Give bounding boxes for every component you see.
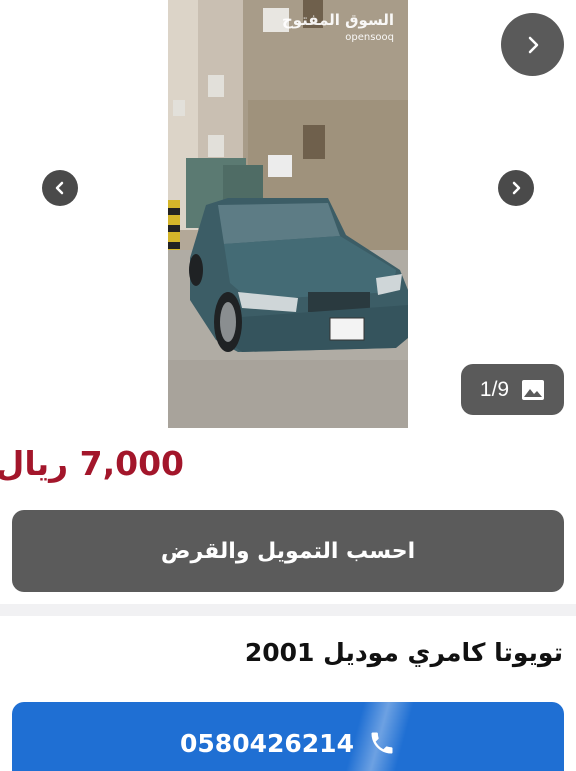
photo-counter-text: 1/9 (479, 377, 510, 401)
watermark-arabic: السوق المفتوح (281, 11, 394, 29)
watermark-latin: opensooq (345, 31, 394, 43)
price: 7,000 ريال (0, 444, 184, 483)
listing-title: تويوتا كامري موديل 2001 (244, 638, 563, 667)
call-button[interactable]: 0580426214 (12, 702, 564, 771)
photo-counter[interactable]: 1/9 (461, 364, 564, 415)
photo-gallery: السوق المفتوح opensooq 1/9 (0, 0, 576, 430)
finance-calculator-button[interactable]: احسب التمويل والقرض (12, 510, 564, 592)
car-photo-illustration (168, 0, 408, 428)
opensooq-watermark: السوق المفتوح opensooq (282, 12, 394, 43)
section-divider (0, 604, 576, 616)
car-photo[interactable]: السوق المفتوح opensooq (168, 0, 408, 428)
chevron-right-icon (512, 181, 521, 195)
chevron-left-icon (55, 181, 64, 195)
top-next-button[interactable] (501, 13, 564, 76)
image-icon (522, 379, 545, 400)
next-photo-button[interactable] (498, 170, 534, 206)
chevron-right-icon (528, 36, 538, 53)
previous-photo-button[interactable] (42, 170, 78, 206)
phone-number: 0580426214 (180, 728, 354, 758)
listing-page: السوق المفتوح opensooq 1/9 7,000 ريال اح… (0, 0, 576, 771)
phone-icon (371, 732, 393, 754)
